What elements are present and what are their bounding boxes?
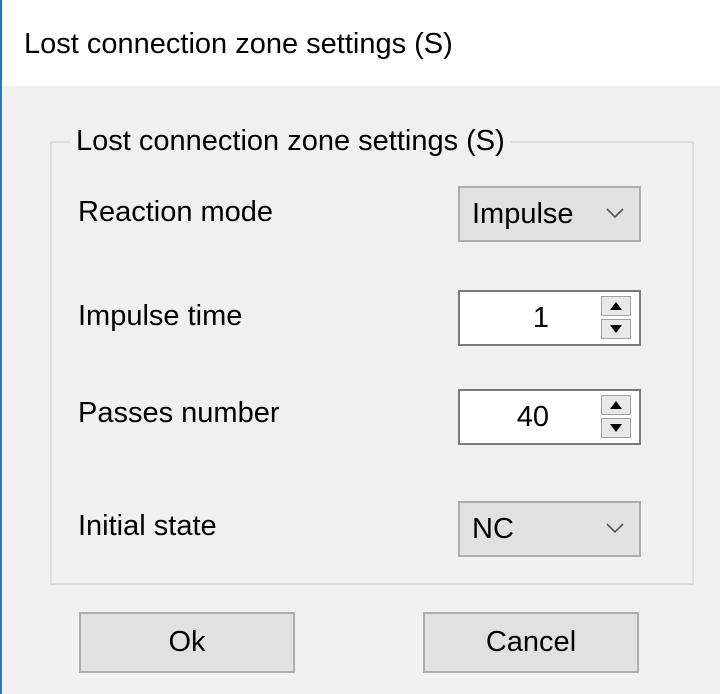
chevron-down-icon — [606, 523, 624, 534]
chevron-down-icon — [606, 208, 624, 219]
group-box-legend: Lost connection zone settings (S) — [70, 125, 511, 158]
cancel-button[interactable]: Cancel — [423, 612, 639, 673]
triangle-up-icon — [610, 302, 622, 310]
passes-number-input[interactable]: 40 — [517, 401, 549, 434]
reaction-mode-label: Reaction mode — [78, 196, 274, 228]
impulse-time-spin-buttons — [601, 296, 635, 340]
passes-number-spin-buttons — [601, 395, 635, 439]
initial-state-label: Initial state — [78, 510, 217, 542]
reaction-mode-dropdown[interactable]: Impulse — [458, 186, 641, 242]
initial-state-value: NC — [472, 513, 514, 545]
impulse-time-increment-button[interactable] — [601, 296, 631, 316]
impulse-time-label: Impulse time — [78, 300, 243, 332]
passes-number-increment-button[interactable] — [601, 395, 631, 415]
triangle-down-icon — [610, 325, 622, 333]
impulse-time-decrement-button[interactable] — [601, 319, 631, 339]
triangle-up-icon — [610, 401, 622, 409]
dialog-window: Lost connection zone settings (S) Lost c… — [0, 0, 720, 694]
initial-state-dropdown[interactable]: NC — [458, 501, 641, 557]
passes-number-spinbox: 40 — [458, 389, 641, 445]
impulse-time-input[interactable]: 1 — [533, 302, 549, 335]
triangle-down-icon — [610, 424, 622, 432]
impulse-time-spinbox: 1 — [458, 290, 641, 346]
passes-number-label: Passes number — [78, 397, 280, 429]
passes-number-decrement-button[interactable] — [601, 418, 631, 438]
title-bar[interactable]: Lost connection zone settings (S) — [2, 0, 720, 86]
reaction-mode-value: Impulse — [472, 198, 574, 230]
ok-button[interactable]: Ok — [79, 612, 295, 673]
window-title: Lost connection zone settings (S) — [24, 28, 453, 60]
